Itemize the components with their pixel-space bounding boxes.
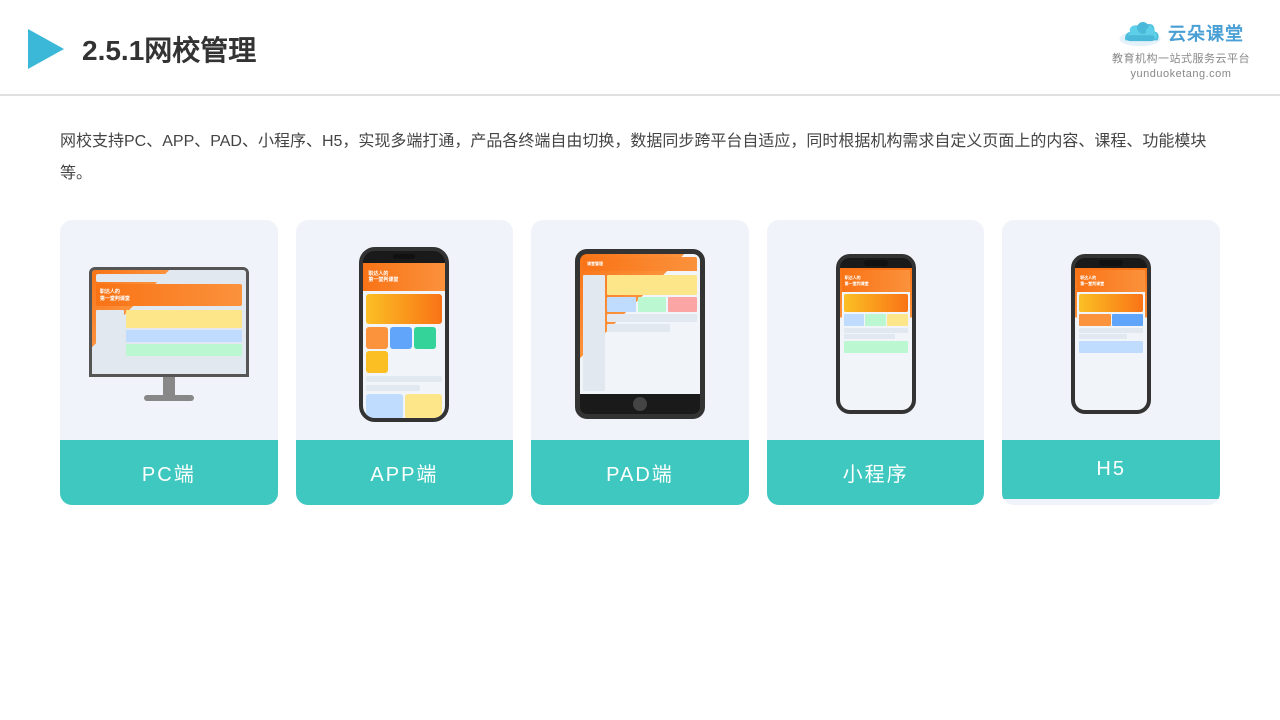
tablet-screen: 课堂管理: [580, 254, 700, 394]
card-pad: 课堂管理: [531, 220, 749, 505]
phone-notch-inner-miniapp: [864, 260, 888, 266]
main-content: 网校支持PC、APP、PAD、小程序、H5，实现多端打通，产品各终端自由切换，数…: [0, 96, 1280, 525]
app-banner: [366, 294, 442, 324]
header: 2.5.1网校管理 云朵课堂 教育机构一站式服务云平台 yunduoketang…: [0, 0, 1280, 96]
logo-domain: yunduoketang.com: [1131, 68, 1232, 80]
play-icon: [20, 25, 68, 73]
phone-body-h5: 职达人的第一堂判课堂: [1071, 254, 1151, 414]
phone-body-miniapp: 职达人的第一堂判课堂: [836, 254, 916, 414]
miniapp-image-area: 职达人的第一堂判课堂: [767, 220, 985, 440]
card-miniapp: 职达人的第一堂判课堂: [767, 220, 985, 505]
cards-row: 职达人的第一堂判课堂: [60, 220, 1220, 505]
app-screen: 职达人的第一堂判课堂: [363, 263, 445, 418]
phone-notch-h5: [1075, 258, 1147, 268]
monitor-body: 职达人的第一堂判课堂: [89, 267, 249, 377]
h5-image-area: 职达人的第一堂判课堂: [1002, 220, 1220, 440]
monitor-nav-bar: [96, 274, 242, 282]
monitor-base: [144, 395, 194, 401]
phone-screen-miniapp: 职达人的第一堂判课堂: [840, 268, 912, 410]
tablet-body: 课堂管理: [575, 249, 705, 419]
phone-h5: 职达人的第一堂判课堂: [1071, 254, 1151, 414]
description-text: 网校支持PC、APP、PAD、小程序、H5，实现多端打通，产品各终端自由切换，数…: [60, 126, 1220, 190]
cloud-logo-icon: [1118, 18, 1162, 48]
tablet-device: 课堂管理: [575, 249, 705, 419]
app-content: [363, 291, 445, 418]
app-notch-inner: [393, 254, 415, 259]
pc-image-area: 职达人的第一堂判课堂: [60, 220, 278, 440]
app-image-area: 职达人的第一堂判课堂: [296, 220, 514, 440]
label-pc: PC端: [60, 440, 278, 505]
page-title: 2.5.1网校管理: [82, 29, 256, 69]
phone-screen-h5: 职达人的第一堂判课堂: [1075, 268, 1147, 410]
label-app: APP端: [296, 440, 514, 505]
monitor-screen: 职达人的第一堂判课堂: [92, 270, 246, 374]
card-app: 职达人的第一堂判课堂: [296, 220, 514, 505]
pc-monitor: 职达人的第一堂判课堂: [89, 267, 249, 401]
grid-cell-1: [366, 327, 388, 349]
label-h5: H5: [1002, 440, 1220, 499]
app-header: 职达人的第一堂判课堂: [363, 263, 445, 291]
phone-miniapp: 职达人的第一堂判课堂: [836, 254, 916, 414]
phone-notch-inner-h5: [1099, 260, 1123, 266]
logo-text: 云朵课堂: [1168, 20, 1244, 46]
grid-cell-4: [366, 351, 388, 373]
app-grid: [366, 327, 442, 373]
app-notch: [363, 251, 445, 263]
grid-cell-2: [390, 327, 412, 349]
app-header-text: 职达人的第一堂判课堂: [368, 271, 398, 283]
header-left: 2.5.1网校管理: [20, 25, 256, 73]
phone-notch-miniapp: [840, 258, 912, 268]
logo-sub: 教育机构一站式服务云平台: [1112, 50, 1250, 66]
logo-area: 云朵课堂 教育机构一站式服务云平台 yunduoketang.com: [1112, 18, 1250, 80]
pad-image-area: 课堂管理: [531, 220, 749, 440]
monitor-neck: [163, 377, 175, 395]
logo-cloud: 云朵课堂: [1118, 18, 1244, 48]
card-h5: 职达人的第一堂判课堂: [1002, 220, 1220, 505]
grid-cell-3: [414, 327, 436, 349]
app-phone: 职达人的第一堂判课堂: [359, 247, 449, 422]
card-pc: 职达人的第一堂判课堂: [60, 220, 278, 505]
label-pad: PAD端: [531, 440, 749, 505]
tablet-home: [633, 397, 647, 411]
label-miniapp: 小程序: [767, 440, 985, 505]
